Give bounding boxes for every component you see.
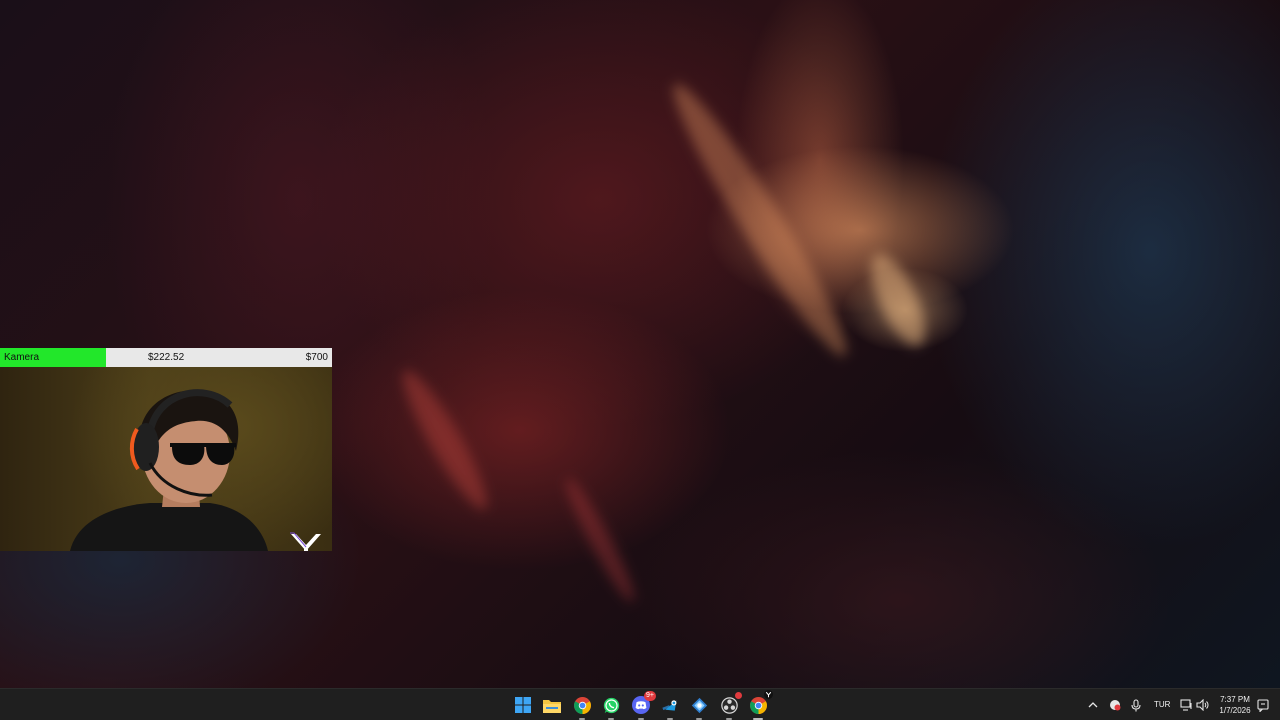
nebula-highlight [658, 73, 862, 367]
notification-center-button[interactable] [1256, 697, 1270, 713]
taskbar-chrome-profile[interactable] [746, 690, 773, 720]
goal-current-amount: $222.52 [148, 352, 185, 363]
donation-goal-bar: Kamera $222.52 $700 [0, 348, 332, 367]
taskbar-file-explorer[interactable] [540, 693, 564, 717]
windows-logo-icon [515, 697, 531, 713]
folder-icon [543, 699, 561, 713]
y-logo-icon [290, 532, 321, 551]
taskbar-steam[interactable] [658, 693, 682, 720]
gem-icon [691, 697, 707, 713]
network-icon [1179, 699, 1192, 711]
taskbar-discord[interactable]: 9+ [629, 691, 656, 720]
clock-date: 1/7/2026 [1219, 706, 1251, 715]
show-hidden-icons-button[interactable] [1086, 697, 1100, 713]
speaker-icon [1195, 699, 1208, 711]
tray-app-icon[interactable] [1108, 697, 1122, 713]
notification-bell-icon [1257, 698, 1269, 712]
clock-time: 7:37 PM [1220, 695, 1250, 704]
chrome-icon [573, 696, 591, 714]
microphone-icon [1131, 698, 1141, 711]
notification-dot [735, 692, 742, 699]
cloud-sync-icon [1110, 700, 1121, 711]
taskbar-obs-studio[interactable] [717, 692, 742, 720]
nebula-highlight [558, 473, 642, 607]
whatsapp-icon [603, 697, 619, 713]
nebula-highlight [860, 247, 936, 353]
taskbar-chrome[interactable] [570, 693, 594, 720]
webcam-feed [0, 367, 332, 551]
desktop-wallpaper [0, 0, 1280, 688]
volume-button[interactable] [1195, 697, 1209, 713]
nebula-highlight [392, 363, 498, 517]
profile-avatar-icon [764, 690, 773, 699]
taskbar-whatsapp[interactable] [599, 693, 623, 720]
start-button[interactable] [511, 693, 535, 717]
network-button[interactable] [1179, 697, 1193, 713]
input-language-indicator[interactable]: TUR [1154, 700, 1170, 709]
steam-icon [661, 699, 676, 711]
obs-icon [720, 696, 738, 714]
microphone-button[interactable] [1129, 697, 1143, 713]
goal-target-amount: $700 [305, 352, 328, 363]
taskbar: 9+ TUR 7:37 PM 1/7/2026 [0, 688, 1280, 720]
clock[interactable]: 7:37 PM 1/7/2026 [1212, 694, 1258, 716]
chevron-up-icon [1088, 702, 1098, 708]
webcam-overlay: Kamera $222.52 $700 [0, 348, 332, 551]
chrome-icon [749, 696, 767, 714]
streamer-figure [70, 389, 268, 551]
taskbar-app-blue-gem[interactable] [687, 693, 711, 720]
goal-bar-label: Kamera [4, 352, 40, 363]
notification-badge: 9+ [644, 691, 656, 701]
